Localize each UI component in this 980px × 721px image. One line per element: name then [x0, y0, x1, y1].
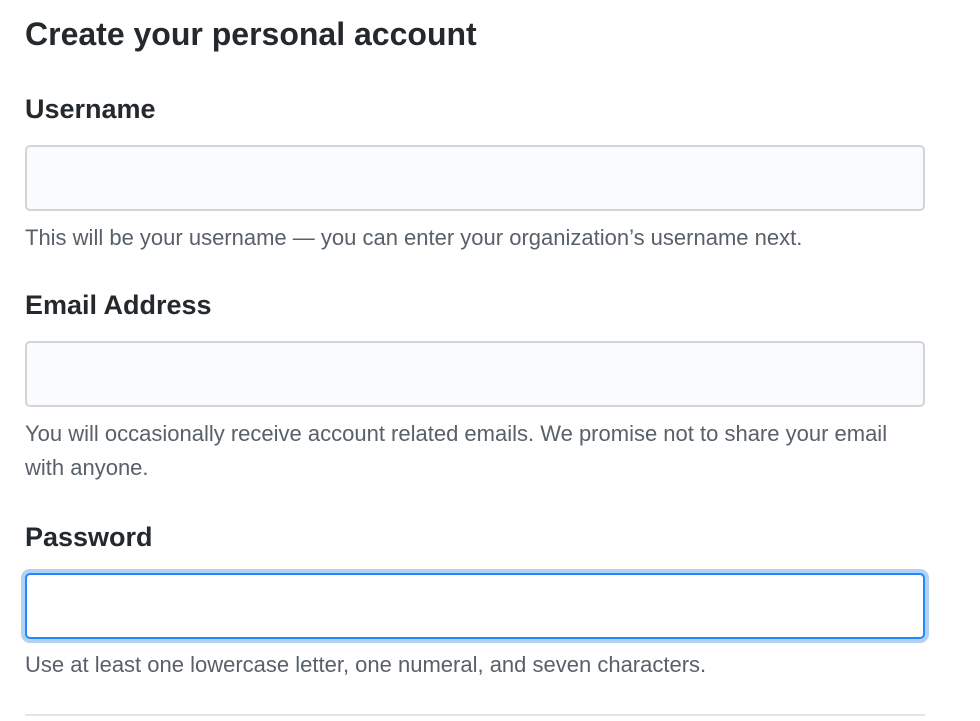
divider	[25, 714, 925, 716]
password-input[interactable]	[25, 573, 925, 639]
username-note: This will be your username — you can ent…	[25, 225, 803, 250]
username-label: Username	[25, 94, 156, 124]
username-input[interactable]	[25, 145, 925, 211]
password-note: Use at least one lowercase letter, one n…	[25, 652, 707, 677]
email-input[interactable]	[25, 341, 925, 407]
email-label: Email Address	[25, 290, 212, 320]
email-note: You will occasionally receive account re…	[25, 421, 888, 480]
signup-form: Create your personal account Username Th…	[0, 0, 980, 721]
page-title: Create your personal account	[25, 16, 477, 52]
password-label: Password	[25, 522, 153, 552]
